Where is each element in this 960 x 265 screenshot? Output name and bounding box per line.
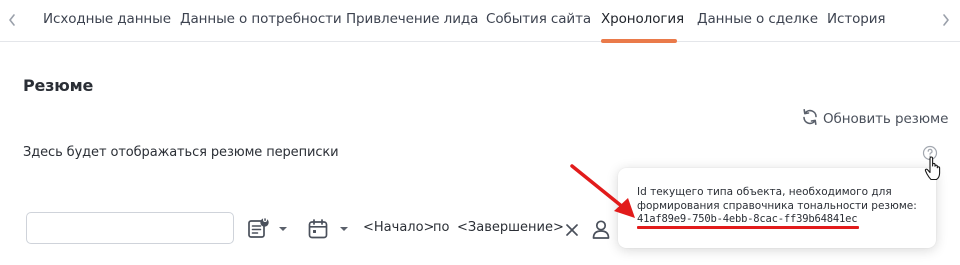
search-input[interactable]	[26, 212, 234, 244]
hand-cursor-icon	[924, 156, 944, 182]
tab-lead-acquisition[interactable]: Привлечение лида	[346, 11, 478, 27]
section-title: Резюме	[23, 76, 94, 95]
object-type-id: 41af89e9-750b-4ebb-8cac-ff39b64841ec	[637, 213, 858, 225]
calendar-icon[interactable]	[305, 216, 331, 242]
tab-deal-data[interactable]: Данные о сделке	[697, 11, 818, 27]
tab-needs-data[interactable]: Данные о потребности	[180, 11, 342, 27]
refresh-summary-button[interactable]: Обновить резюме	[800, 108, 948, 130]
tooltip-text: Id текущего типа объекта, необходимого д…	[637, 186, 917, 212]
tab-site-events[interactable]: События сайта	[486, 11, 591, 27]
annotation-underline	[637, 226, 859, 229]
messages-badge: 0	[262, 216, 268, 224]
annotation-arrow	[570, 164, 635, 218]
tab-source-data[interactable]: Исходные данные	[43, 11, 171, 27]
chevron-right-icon[interactable]	[936, 10, 956, 30]
tabs-bar: Исходные данные Данные о потребности При…	[0, 0, 960, 43]
date-end-field[interactable]: <Завершение>	[457, 220, 564, 235]
messages-filter-button[interactable]: 0	[246, 216, 272, 242]
date-separator: по	[433, 220, 450, 235]
date-start-field[interactable]: <Начало>	[363, 220, 434, 235]
tab-chronology[interactable]: Хронология	[601, 11, 684, 27]
refresh-summary-label: Обновить резюме	[823, 111, 949, 127]
chevron-left-icon[interactable]	[2, 10, 22, 30]
tab-history[interactable]: История	[827, 11, 886, 27]
chevron-down-icon[interactable]	[277, 222, 289, 236]
active-tab-indicator	[601, 39, 677, 43]
tooltip-popover: Id текущего типа объекта, необходимого д…	[618, 168, 936, 248]
summary-placeholder: Здесь будет отображаться резюме переписк…	[23, 145, 339, 160]
chevron-down-icon[interactable]	[338, 222, 350, 236]
refresh-icon	[800, 107, 820, 131]
